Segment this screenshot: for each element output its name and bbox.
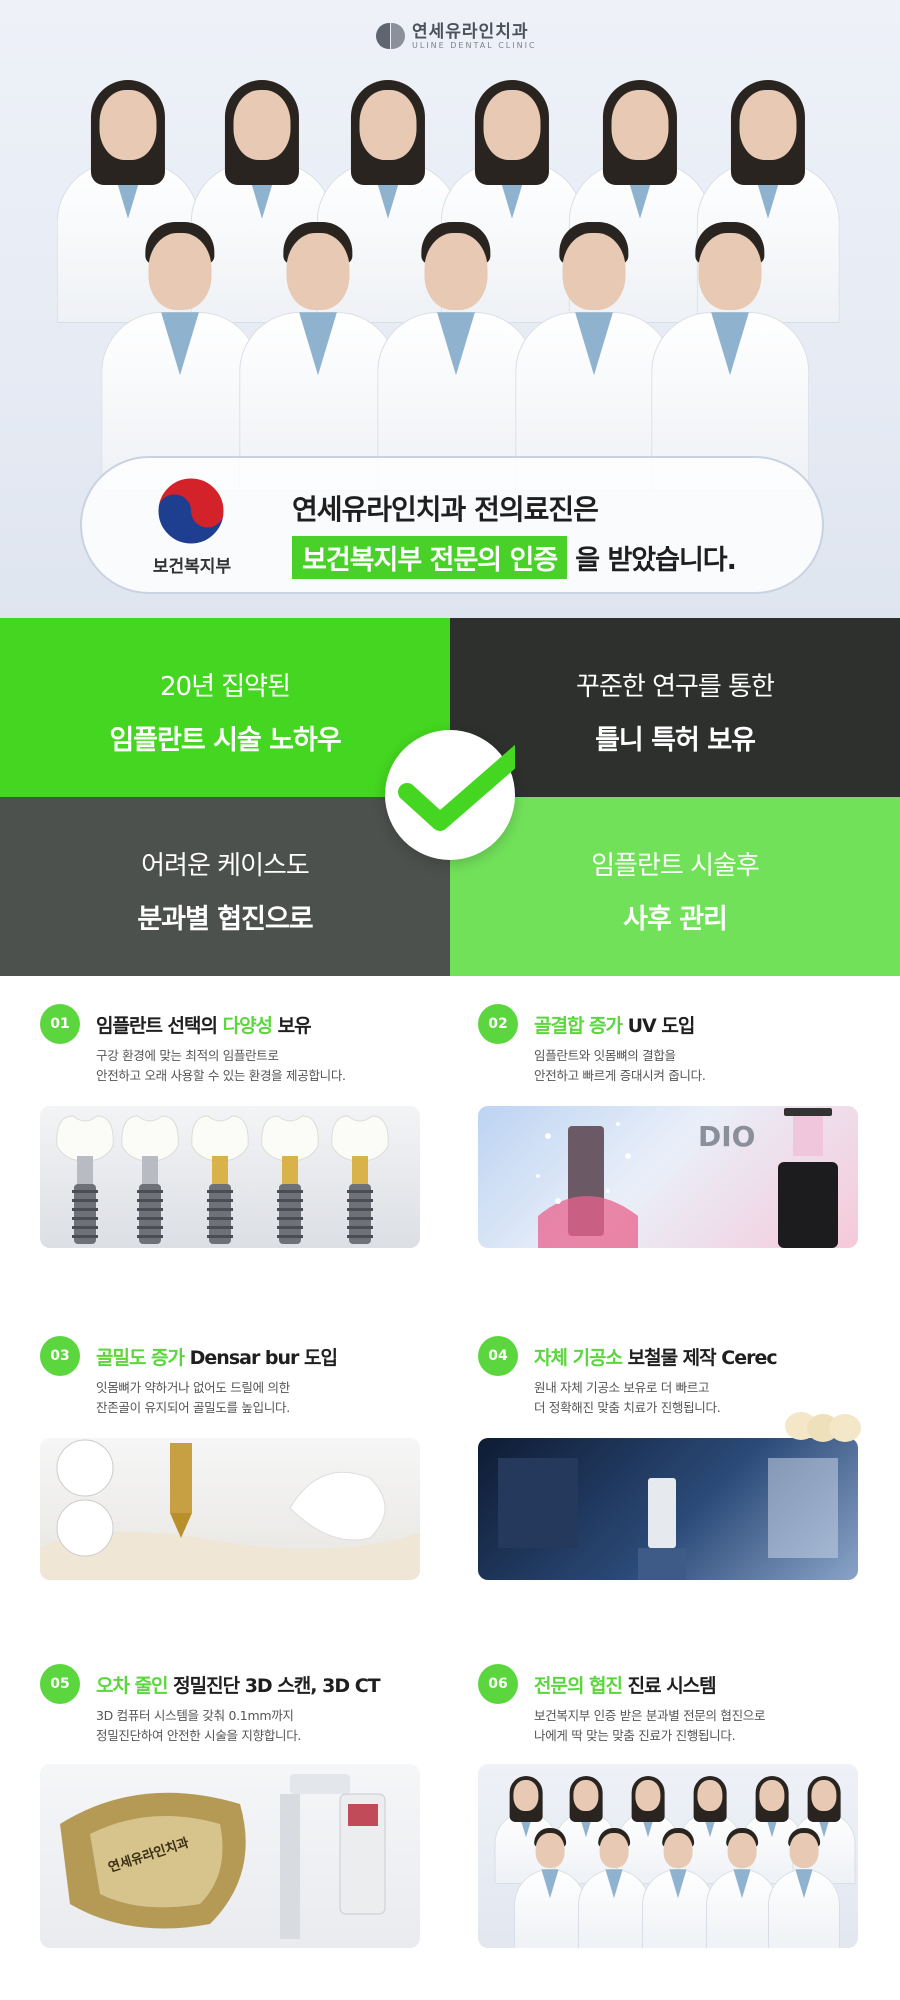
checkmark-badge [385,730,534,860]
item-title: 전문의 협진 진료 시스템 [534,1675,717,1697]
item-number-badge: 01 [40,1004,80,1044]
item-title: 골결합 증가 UV 도입 [534,1015,695,1037]
feature-card-collaboration: 어려운 케이스도 분과별 협진으로 [0,797,450,976]
certification-banner: 보건복지부 연세유라인치과 전의료진은 보건복지부 전문의 인증 을 받았습니다… [80,456,824,594]
item-number-badge: 05 [40,1664,80,1704]
ministry-label: 보건복지부 [152,557,232,577]
logo-name-en: ULINE DENTAL CLINIC [412,40,537,50]
3d-scan-ct-image: 연세유라인치과 [40,1764,420,1948]
feature-subtitle: 꾸준한 연구를 통한 [576,672,775,702]
item-description: 잇몸뼈가 약하거나 없어도 드릴에 의한 잔존골이 유지되어 골밀도를 높입니다. [96,1380,290,1415]
item-description: 구강 환경에 맞는 최적의 임플란트로 안전하고 오래 사용할 수 있는 환경을 … [96,1048,346,1083]
item-description: 보건복지부 인증 받은 분과별 전문의 협진으로 나에게 딱 맞는 맞춤 진료가 … [534,1708,766,1743]
logo-name-kr: 연세유라인치과 [412,21,529,42]
doctor-figure [101,222,259,495]
doctor-figure [377,222,535,495]
item-title: 골밀도 증가 Densar bur 도입 [96,1347,338,1369]
doctor-figure [651,222,809,495]
doctor-figure [514,1828,586,1948]
item-title: 오차 줄인 정밀진단 3D 스캔, 3D CT [96,1675,381,1697]
item-number-badge: 03 [40,1336,80,1376]
feature-grid: 20년 집약된 임플란트 시술 노하우 꾸준한 연구를 통한 틀니 특허 보유 … [0,618,900,976]
item-number-badge: 06 [478,1664,518,1704]
checkmark-icon [398,739,534,831]
item-title: 자체 기공소 보철물 제작 Cerec [534,1347,778,1369]
feature-title: 임플란트 시술 노하우 [109,725,341,756]
crown-bridge-icon [785,1412,861,1442]
certification-highlight: 보건복지부 전문의 인증 [292,536,568,579]
doctor-figure [515,222,673,495]
feature-subtitle: 20년 집약된 [159,672,291,702]
feature-subtitle: 임플란트 시술후 [591,851,760,881]
feature-card-implant-knowhow: 20년 집약된 임플란트 시술 노하우 [0,618,450,797]
doctor-figure [768,1828,840,1948]
item-number-badge: 02 [478,1004,518,1044]
uv-activator-image: DIO [478,1106,858,1248]
densah-bur-image [40,1438,420,1580]
doctor-figure [578,1828,650,1948]
feature-card-aftercare: 임플란트 시술후 사후 관리 [450,797,900,976]
item-description: 3D 컴퓨터 시스템을 갖춰 0.1mm까지 정밀진단하여 안전한 시술을 지향합… [96,1708,302,1743]
certification-headline: 연세유라인치과 전의료진은 [292,493,599,526]
doctor-figure [239,222,397,495]
doctor-team-small-image [478,1764,858,1948]
dio-brand-label: DIO [698,1120,755,1153]
logo-mark-icon [376,22,405,50]
implant-models-image [40,1106,420,1248]
hero-section: 연세유라인치과 ULINE DENTAL CLINIC 보건복지부 연세유라인치… [0,0,900,618]
feature-title: 분과별 협진으로 [137,904,313,935]
item-title: 임플란트 선택의 다양성 보유 [96,1015,312,1037]
cerec-milling-image [478,1438,858,1580]
feature-card-denture-patent: 꾸준한 연구를 통한 틀니 특허 보유 [450,618,900,797]
feature-subtitle: 어려운 케이스도 [141,851,310,881]
clinic-logo[interactable]: 연세유라인치과 ULINE DENTAL CLINIC [376,22,537,50]
item-description: 임플란트와 잇몸뼈의 결합을 안전하고 빠르게 증대시켜 줍니다. [534,1048,706,1083]
feature-title: 사후 관리 [623,904,728,935]
ministry-emblem-icon [157,477,225,545]
certification-tail: 을 받았습니다. [575,545,737,576]
feature-title: 틀니 특허 보유 [595,725,756,756]
item-number-badge: 04 [478,1336,518,1376]
doctor-figure [642,1828,714,1948]
item-description: 원내 자체 기공소 보유로 더 빠르고 더 정확해진 맞춤 치료가 진행됩니다. [534,1380,721,1415]
